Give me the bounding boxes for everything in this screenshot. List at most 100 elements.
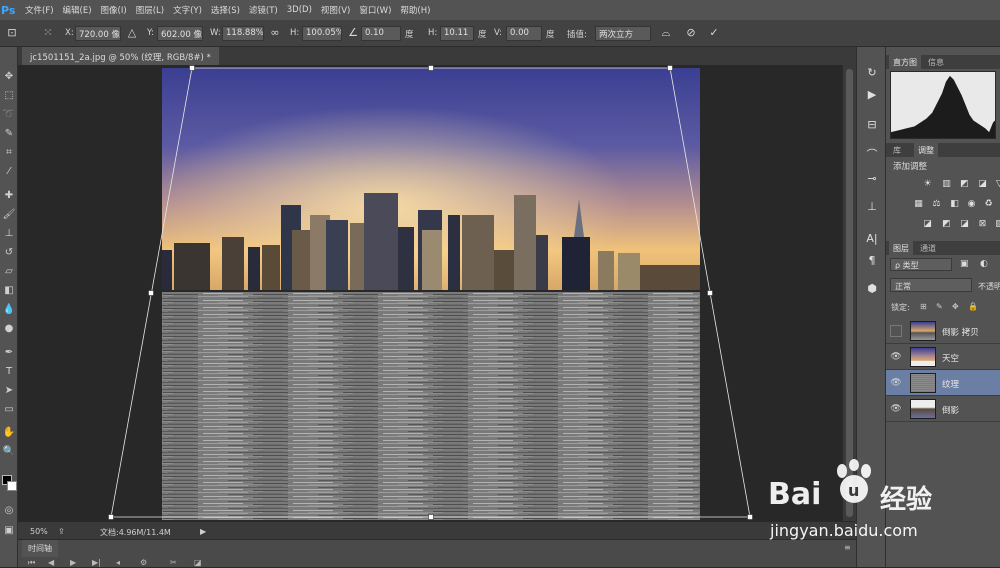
screen-mode-icon[interactable]: ▣	[1, 523, 17, 539]
layer-filter-select[interactable]: ρ 类型	[890, 258, 952, 271]
zoom-tool-icon[interactable]: 🔍	[1, 444, 17, 460]
relative-position-icon[interactable]: △	[124, 25, 140, 41]
healing-tool-icon[interactable]: ✚	[1, 188, 17, 204]
timeline-menu-icon[interactable]: ≡	[844, 543, 851, 552]
reference-point-icon[interactable]: ⁙	[40, 25, 56, 41]
layer-row-selected[interactable]: 👁 纹理	[886, 370, 1000, 396]
cancel-transform-icon[interactable]: ⊘	[683, 25, 699, 41]
x-input[interactable]: 720.00 像素	[75, 26, 121, 41]
blend-mode-select[interactable]: 正常	[890, 278, 972, 292]
eyedropper-tool-icon[interactable]: ⁄	[1, 164, 17, 180]
clone-source-icon[interactable]: ⊥	[863, 199, 881, 215]
marquee-tool-icon[interactable]: ⬚	[1, 88, 17, 104]
brightness-icon[interactable]: ☀	[922, 179, 933, 190]
prev-frame-icon[interactable]: ◀	[48, 558, 54, 567]
photo-filter-icon[interactable]: ◉	[966, 199, 977, 210]
selective-color-icon[interactable]: ⊠	[977, 219, 988, 230]
bw-icon[interactable]: ◧	[949, 199, 960, 210]
layer-name[interactable]: 倒影 拷贝	[942, 326, 979, 338]
menu-3d[interactable]: 3D(D)	[287, 5, 312, 15]
curves-icon[interactable]: ◩	[959, 179, 970, 190]
eraser-tool-icon[interactable]: ▱	[1, 264, 17, 280]
menu-file[interactable]: 文件(F)	[25, 4, 54, 16]
tab-histogram[interactable]: 直方图	[889, 55, 921, 69]
path-select-tool-icon[interactable]: ➤	[1, 383, 17, 399]
eye-icon[interactable]: 👁	[890, 351, 902, 363]
move-tool-icon[interactable]: ✥	[1, 69, 17, 85]
split-icon[interactable]: ✂	[170, 558, 177, 567]
menu-edit[interactable]: 编辑(E)	[63, 4, 92, 16]
layer-name[interactable]: 天空	[942, 352, 959, 364]
audio-icon[interactable]: ◂	[116, 558, 120, 567]
transition-icon[interactable]: ◪	[194, 558, 202, 567]
link-icon[interactable]: ∞	[267, 25, 283, 41]
filter-image-icon[interactable]: ▣	[960, 259, 969, 269]
layer-row[interactable]: 👁 倒影	[886, 396, 1000, 422]
warp-mode-icon[interactable]: ⌓	[658, 25, 674, 41]
3d-panel-icon[interactable]: ⬢	[863, 281, 881, 297]
canvas-area[interactable]	[18, 65, 842, 521]
y-input[interactable]: 602.00 像素	[157, 26, 203, 41]
color-balance-icon[interactable]: ⚖	[931, 199, 942, 210]
exposure-icon[interactable]: ◪	[977, 179, 988, 190]
hand-tool-icon[interactable]: ✋	[1, 425, 17, 441]
brush-tool-icon[interactable]: 🖌	[1, 207, 17, 223]
export-icon[interactable]: ⇪	[58, 527, 65, 536]
play-icon[interactable]: ▶	[70, 558, 76, 567]
background-color-swatch[interactable]	[7, 481, 17, 491]
gradient-map-icon[interactable]: ▨	[994, 219, 1000, 230]
transform-tool-icon[interactable]: ⊡	[4, 25, 20, 41]
type-tool-icon[interactable]: T	[1, 364, 17, 380]
document-tab[interactable]: jc1501151_2a.jpg @ 50% (纹理, RGB/8#) *	[22, 47, 219, 65]
tab-info[interactable]: 信息	[924, 55, 948, 69]
filter-adjust-icon[interactable]: ◐	[980, 259, 988, 269]
hue-icon[interactable]: ▦	[913, 199, 924, 210]
tab-channels[interactable]: 通道	[916, 241, 940, 255]
status-menu-arrow-icon[interactable]: ▶	[200, 527, 206, 536]
paragraph-panel-icon[interactable]: ¶	[863, 253, 881, 269]
scrollbar-thumb[interactable]	[846, 69, 853, 517]
zoom-level[interactable]: 50%	[30, 527, 48, 536]
pen-tool-icon[interactable]: ✒	[1, 345, 17, 361]
quick-select-tool-icon[interactable]: ✎	[1, 126, 17, 142]
quick-mask-icon[interactable]: ◎	[1, 503, 17, 519]
layer-row[interactable]: 倒影 拷贝	[886, 318, 1000, 344]
width-input[interactable]: 118.88%	[222, 26, 264, 41]
visibility-toggle-off[interactable]	[890, 325, 902, 337]
properties-panel-icon[interactable]: ⊟	[863, 117, 881, 133]
eye-icon[interactable]: 👁	[890, 403, 902, 415]
menu-filter[interactable]: 滤镜(T)	[249, 4, 278, 16]
posterize-icon[interactable]: ◩	[941, 219, 952, 230]
history-brush-icon[interactable]: ↺	[1, 245, 17, 261]
blur-tool-icon[interactable]: 💧	[1, 302, 17, 318]
menu-window[interactable]: 窗口(W)	[359, 4, 391, 16]
layer-name[interactable]: 倒影	[942, 404, 959, 416]
menu-view[interactable]: 视图(V)	[321, 4, 350, 16]
hskew-input[interactable]: 10.11	[440, 26, 474, 41]
vibrance-icon[interactable]: ▽	[994, 179, 1000, 190]
gradient-tool-icon[interactable]: ◧	[1, 283, 17, 299]
settings-icon[interactable]: ⚙	[140, 558, 147, 567]
next-frame-icon[interactable]: ▶|	[92, 558, 101, 567]
lock-position-icon[interactable]: ✥	[952, 302, 959, 311]
character-panel-icon[interactable]: A|	[863, 231, 881, 247]
angle-input[interactable]: 0.10	[361, 26, 401, 41]
vskew-input[interactable]: 0.00	[506, 26, 542, 41]
menu-help[interactable]: 帮助(H)	[400, 4, 430, 16]
menu-type[interactable]: 文字(Y)	[173, 4, 202, 16]
tab-library[interactable]: 库	[889, 143, 905, 157]
crop-tool-icon[interactable]: ⌗	[1, 145, 17, 161]
brush-panel-icon[interactable]: ⌒	[863, 147, 881, 163]
menu-image[interactable]: 图像(I)	[101, 4, 127, 16]
history-panel-icon[interactable]: ↻	[863, 65, 881, 81]
lock-pixels-icon[interactable]: ✎	[936, 302, 943, 311]
brush-presets-icon[interactable]: ⊸	[863, 171, 881, 187]
timeline-tab[interactable]: 时间轴	[22, 540, 58, 557]
layer-name[interactable]: 纹理	[942, 378, 959, 390]
tab-adjust[interactable]: 调整	[914, 143, 938, 157]
commit-transform-icon[interactable]: ✓	[706, 25, 722, 41]
shape-tool-icon[interactable]: ▭	[1, 402, 17, 418]
stamp-tool-icon[interactable]: ⊥	[1, 226, 17, 242]
canvas-image[interactable]	[18, 65, 842, 521]
lasso-tool-icon[interactable]: ➰	[1, 107, 17, 123]
